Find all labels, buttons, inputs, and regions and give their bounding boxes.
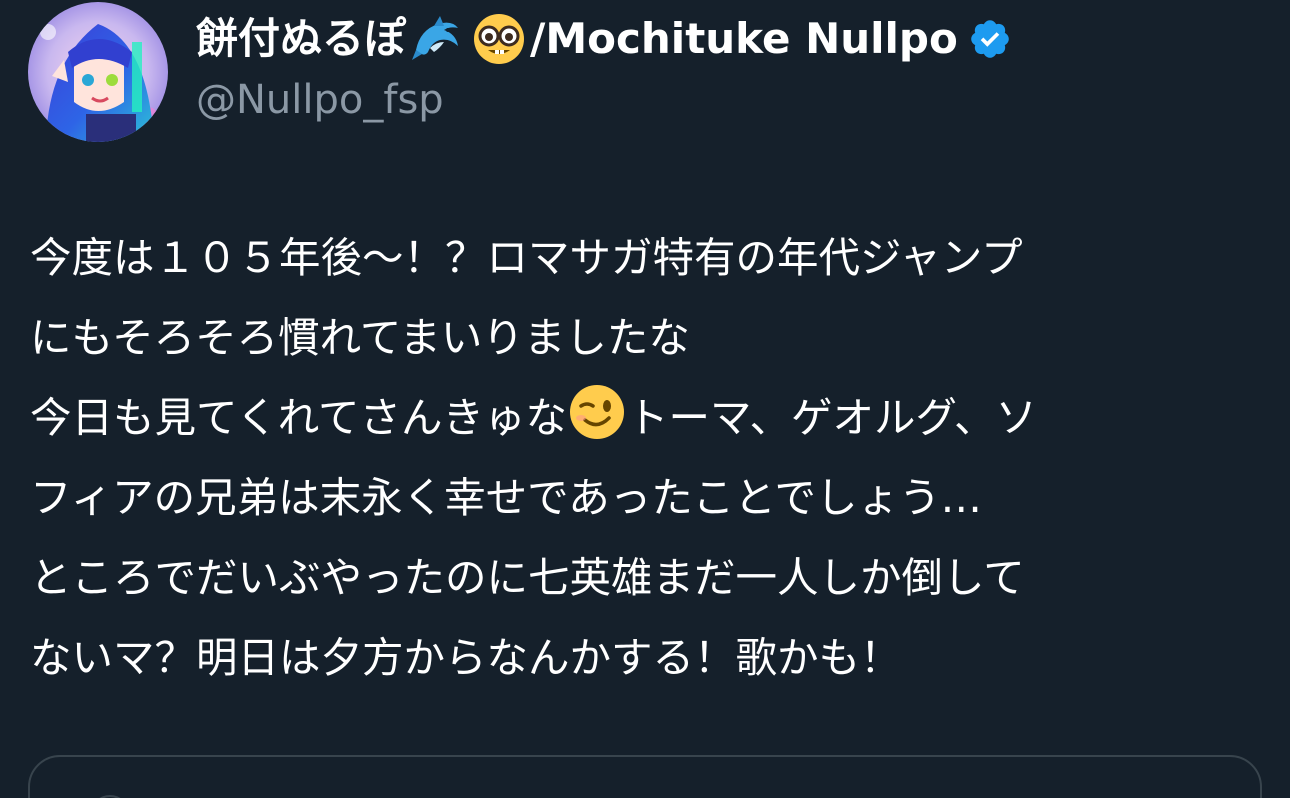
tweet-text: 今度は１０５年後〜！？ロマサガ特有の年代ジャンプ にもそろそろ慣れてまいりました…	[30, 218, 1270, 698]
tweet-line-text: 今日も見てくれてさんきゅな	[30, 393, 568, 442]
tweet-line-text: トーマ、ゲオルグ、ソ	[627, 393, 1038, 442]
display-name-en: /Mochituke Nullpo	[530, 14, 958, 63]
tweet-line: 今日も見てくれてさんきゅな トーマ、ゲオルグ、ソ	[30, 378, 1270, 458]
tweet-line: ないマ？明日は夕方からなんかする！歌かも！	[30, 618, 1270, 698]
avatar-image	[28, 2, 168, 142]
dolphin-icon	[410, 12, 464, 66]
tweet-line-text: フィアの兄弟は末永く幸せであったことでしょう…	[30, 473, 983, 522]
nerd-face-icon	[472, 12, 526, 66]
author-avatar[interactable]	[28, 2, 168, 142]
tweet-line-text: にもそろそろ慣れてまいりましたな	[30, 313, 690, 362]
tweet-line: 今度は１０５年後〜！？ロマサガ特有の年代ジャンプ	[30, 218, 1270, 298]
tweet-line-text: 今度は１０５年後〜！？ロマサガ特有の年代ジャンプ	[30, 233, 1023, 282]
display-name-jp: 餅付ぬるぽ	[196, 14, 407, 63]
author-name[interactable]: 餅付ぬるぽ /Mochituke Nullpo	[196, 8, 1012, 70]
tweet-line-text: ないマ？明日は夕方からなんかする！歌かも！	[30, 633, 902, 682]
tweet-line: ところでだいぶやったのに七英雄まだ一人しか倒して	[30, 538, 1270, 618]
tweet-line: フィアの兄弟は末永く幸せであったことでしょう…	[30, 458, 1270, 538]
tweet-line: にもそろそろ慣れてまいりましたな	[30, 298, 1270, 378]
author-handle[interactable]: @Nullpo_fsp	[196, 72, 444, 128]
verified-badge-icon	[968, 17, 1012, 61]
quoted-tweet-card[interactable]	[28, 755, 1262, 798]
tweet-line-text: ところでだいぶやったのに七英雄まだ一人しか倒して	[30, 553, 1025, 602]
tweet-view: 餅付ぬるぽ /Mochituke Nullpo @Nullpo_fsp 今度は１…	[0, 0, 1290, 798]
winking-face-icon	[567, 382, 627, 442]
